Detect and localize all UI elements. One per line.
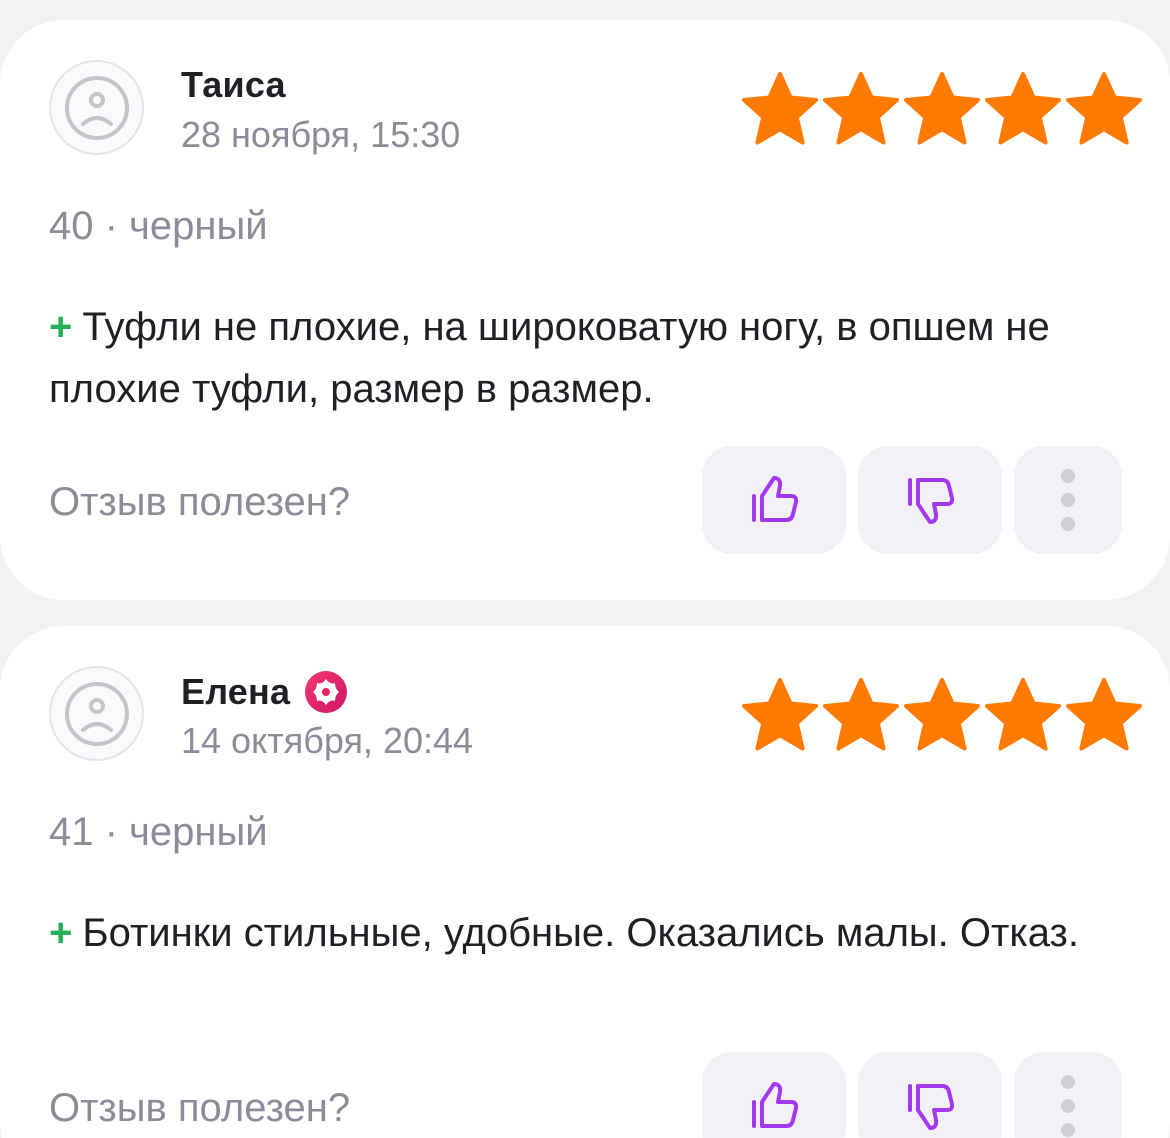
review-card: Елена 14 октября, 20:44 41 · черный + Бо… [0, 626, 1170, 1138]
product-variant: 40 · черный [49, 204, 268, 248]
thumbs-down-icon [908, 478, 955, 524]
star-icon [985, 72, 1061, 145]
like-button[interactable] [702, 446, 846, 554]
star-icon [985, 678, 1061, 751]
star-icon [823, 72, 899, 145]
sad-face-icon [65, 76, 129, 140]
review-body: Туфли не плохие, на широковатую ногу, в … [49, 305, 1050, 411]
pros-plus-mark: + [49, 305, 73, 349]
review-body: Ботинки стильные, удобные. Оказались мал… [82, 911, 1079, 955]
star-icon [823, 678, 899, 751]
like-button[interactable] [702, 1052, 846, 1138]
review-date: 14 октября, 20:44 [181, 720, 474, 761]
star-icon [742, 678, 818, 751]
pros-plus-mark: + [49, 911, 73, 955]
rating-stars [740, 70, 1144, 150]
sad-face-icon [65, 682, 129, 746]
star-icon [1066, 72, 1142, 145]
review-card: Таиса 28 ноября, 15:30 40 · черный + Туфл… [0, 20, 1170, 600]
review-text: + Ботинки стильные, удобные. Оказались ма… [49, 902, 1129, 964]
avatar [49, 666, 144, 761]
helpful-question: Отзыв полезен? [49, 480, 351, 524]
dislike-button[interactable] [858, 1052, 1002, 1138]
more-vertical-icon [1061, 469, 1075, 531]
thumbs-up-icon [752, 1082, 799, 1128]
author-name: Елена [181, 671, 291, 712]
author-row: Елена [181, 670, 348, 714]
reviews-feed: Таиса 28 ноября, 15:30 40 · черный + Туфл… [0, 0, 1170, 1138]
more-vertical-icon [1061, 1075, 1075, 1137]
thumbs-up-icon [752, 476, 799, 522]
author-row: Таиса [181, 64, 286, 106]
more-options-button[interactable] [1014, 1052, 1122, 1138]
flower-badge-icon [305, 671, 348, 713]
review-text: + Туфли не плохие, на широковатую ногу, в… [49, 296, 1129, 420]
author-name: Таиса [181, 64, 286, 105]
review-date: 28 ноября, 15:30 [181, 114, 461, 155]
thumbs-down-icon [908, 1084, 955, 1130]
avatar [49, 60, 144, 155]
star-icon [1066, 678, 1142, 751]
star-icon [742, 72, 818, 145]
star-icon [904, 678, 980, 751]
dislike-button[interactable] [858, 446, 1002, 554]
helpful-question: Отзыв полезен? [49, 1086, 351, 1130]
product-variant: 41 · черный [49, 810, 268, 854]
star-icon [904, 72, 980, 145]
rating-stars [740, 676, 1144, 756]
more-options-button[interactable] [1014, 446, 1122, 554]
